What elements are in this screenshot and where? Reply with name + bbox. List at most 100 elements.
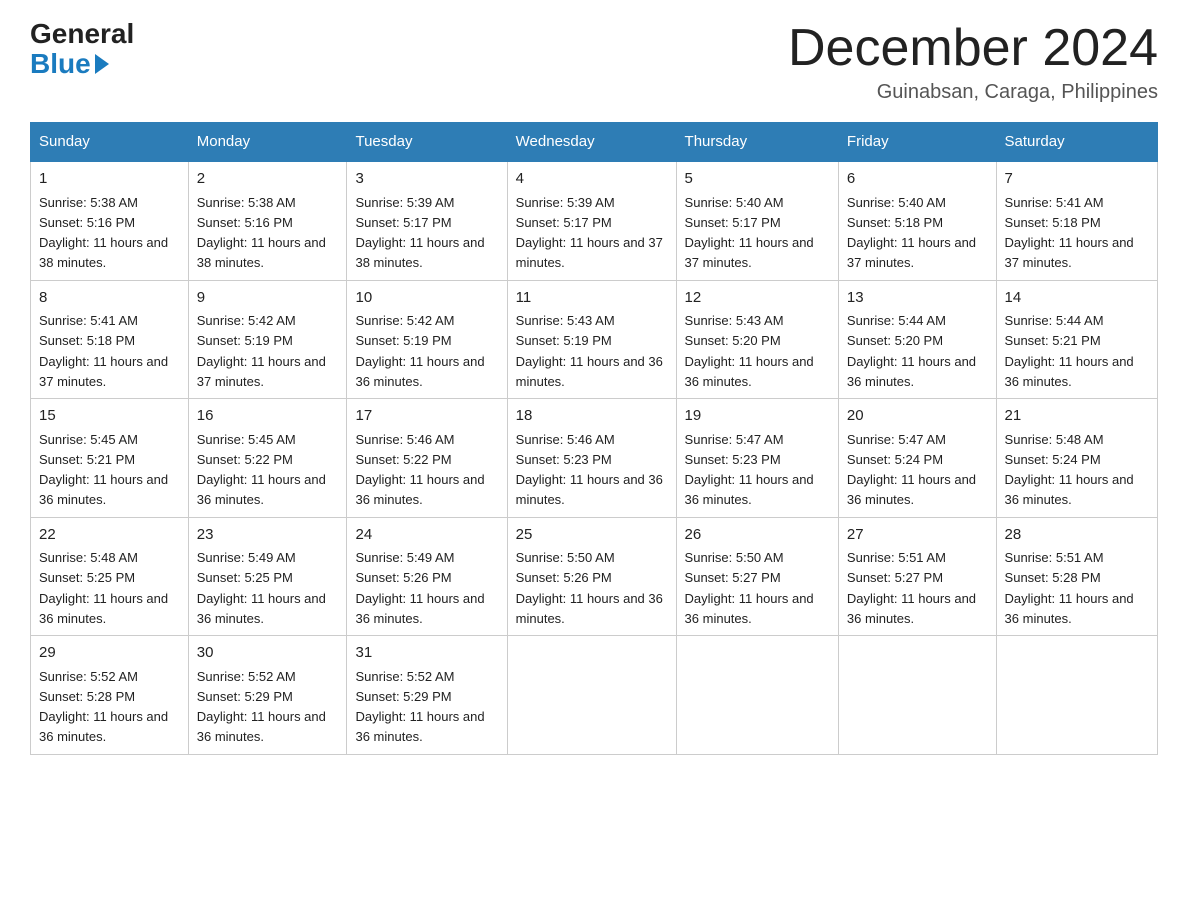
day-info: Sunrise: 5:52 AMSunset: 5:28 PMDaylight:… <box>39 669 168 745</box>
day-info: Sunrise: 5:51 AMSunset: 5:27 PMDaylight:… <box>847 550 976 626</box>
day-info: Sunrise: 5:38 AMSunset: 5:16 PMDaylight:… <box>197 195 326 271</box>
day-info: Sunrise: 5:44 AMSunset: 5:21 PMDaylight:… <box>1005 313 1134 389</box>
calendar-cell <box>507 636 676 755</box>
month-title: December 2024 <box>788 20 1158 77</box>
calendar-cell <box>838 636 996 755</box>
day-info: Sunrise: 5:39 AMSunset: 5:17 PMDaylight:… <box>355 195 484 271</box>
day-number: 21 <box>1005 405 1149 428</box>
day-info: Sunrise: 5:41 AMSunset: 5:18 PMDaylight:… <box>39 313 168 389</box>
day-number: 25 <box>516 524 668 547</box>
calendar-body: 1 Sunrise: 5:38 AMSunset: 5:16 PMDayligh… <box>31 161 1158 754</box>
calendar-week-row: 15 Sunrise: 5:45 AMSunset: 5:21 PMDaylig… <box>31 399 1158 518</box>
column-header-friday: Friday <box>838 123 996 162</box>
day-info: Sunrise: 5:47 AMSunset: 5:23 PMDaylight:… <box>685 432 814 508</box>
page-header: General Blue December 2024 Guinabsan, Ca… <box>30 20 1158 104</box>
column-header-saturday: Saturday <box>996 123 1157 162</box>
day-number: 10 <box>355 287 498 310</box>
day-number: 1 <box>39 168 180 191</box>
calendar-week-row: 1 Sunrise: 5:38 AMSunset: 5:16 PMDayligh… <box>31 161 1158 280</box>
day-info: Sunrise: 5:52 AMSunset: 5:29 PMDaylight:… <box>197 669 326 745</box>
logo-blue-text: Blue <box>30 48 111 80</box>
calendar-cell: 10 Sunrise: 5:42 AMSunset: 5:19 PMDaylig… <box>347 280 507 399</box>
calendar-cell: 2 Sunrise: 5:38 AMSunset: 5:16 PMDayligh… <box>188 161 347 280</box>
calendar-cell: 4 Sunrise: 5:39 AMSunset: 5:17 PMDayligh… <box>507 161 676 280</box>
day-number: 16 <box>197 405 339 428</box>
calendar-cell: 8 Sunrise: 5:41 AMSunset: 5:18 PMDayligh… <box>31 280 189 399</box>
calendar-week-row: 8 Sunrise: 5:41 AMSunset: 5:18 PMDayligh… <box>31 280 1158 399</box>
column-header-wednesday: Wednesday <box>507 123 676 162</box>
day-number: 3 <box>355 168 498 191</box>
day-number: 6 <box>847 168 988 191</box>
day-number: 22 <box>39 524 180 547</box>
calendar-week-row: 29 Sunrise: 5:52 AMSunset: 5:28 PMDaylig… <box>31 636 1158 755</box>
day-number: 19 <box>685 405 830 428</box>
day-info: Sunrise: 5:43 AMSunset: 5:20 PMDaylight:… <box>685 313 814 389</box>
day-number: 28 <box>1005 524 1149 547</box>
day-info: Sunrise: 5:42 AMSunset: 5:19 PMDaylight:… <box>355 313 484 389</box>
calendar-cell: 12 Sunrise: 5:43 AMSunset: 5:20 PMDaylig… <box>676 280 838 399</box>
day-number: 24 <box>355 524 498 547</box>
day-info: Sunrise: 5:39 AMSunset: 5:17 PMDaylight:… <box>516 195 663 271</box>
calendar-cell: 21 Sunrise: 5:48 AMSunset: 5:24 PMDaylig… <box>996 399 1157 518</box>
calendar-cell: 26 Sunrise: 5:50 AMSunset: 5:27 PMDaylig… <box>676 517 838 636</box>
day-info: Sunrise: 5:49 AMSunset: 5:26 PMDaylight:… <box>355 550 484 626</box>
day-info: Sunrise: 5:40 AMSunset: 5:18 PMDaylight:… <box>847 195 976 271</box>
day-info: Sunrise: 5:47 AMSunset: 5:24 PMDaylight:… <box>847 432 976 508</box>
calendar-cell: 30 Sunrise: 5:52 AMSunset: 5:29 PMDaylig… <box>188 636 347 755</box>
day-number: 5 <box>685 168 830 191</box>
day-number: 29 <box>39 642 180 665</box>
day-info: Sunrise: 5:50 AMSunset: 5:27 PMDaylight:… <box>685 550 814 626</box>
location-subtitle: Guinabsan, Caraga, Philippines <box>788 81 1158 104</box>
calendar-week-row: 22 Sunrise: 5:48 AMSunset: 5:25 PMDaylig… <box>31 517 1158 636</box>
calendar-cell: 25 Sunrise: 5:50 AMSunset: 5:26 PMDaylig… <box>507 517 676 636</box>
calendar-cell: 14 Sunrise: 5:44 AMSunset: 5:21 PMDaylig… <box>996 280 1157 399</box>
calendar-cell: 29 Sunrise: 5:52 AMSunset: 5:28 PMDaylig… <box>31 636 189 755</box>
calendar-cell <box>676 636 838 755</box>
day-info: Sunrise: 5:40 AMSunset: 5:17 PMDaylight:… <box>685 195 814 271</box>
day-number: 13 <box>847 287 988 310</box>
calendar-cell: 6 Sunrise: 5:40 AMSunset: 5:18 PMDayligh… <box>838 161 996 280</box>
logo-general-text: General <box>30 20 134 48</box>
day-number: 30 <box>197 642 339 665</box>
day-number: 4 <box>516 168 668 191</box>
day-number: 15 <box>39 405 180 428</box>
calendar-cell: 20 Sunrise: 5:47 AMSunset: 5:24 PMDaylig… <box>838 399 996 518</box>
day-info: Sunrise: 5:41 AMSunset: 5:18 PMDaylight:… <box>1005 195 1134 271</box>
calendar-cell: 15 Sunrise: 5:45 AMSunset: 5:21 PMDaylig… <box>31 399 189 518</box>
calendar-cell <box>996 636 1157 755</box>
day-number: 11 <box>516 287 668 310</box>
day-info: Sunrise: 5:50 AMSunset: 5:26 PMDaylight:… <box>516 550 663 626</box>
day-info: Sunrise: 5:42 AMSunset: 5:19 PMDaylight:… <box>197 313 326 389</box>
day-info: Sunrise: 5:44 AMSunset: 5:20 PMDaylight:… <box>847 313 976 389</box>
logo-triangle-icon <box>95 54 109 74</box>
day-number: 17 <box>355 405 498 428</box>
day-info: Sunrise: 5:49 AMSunset: 5:25 PMDaylight:… <box>197 550 326 626</box>
day-number: 14 <box>1005 287 1149 310</box>
column-header-monday: Monday <box>188 123 347 162</box>
calendar-cell: 23 Sunrise: 5:49 AMSunset: 5:25 PMDaylig… <box>188 517 347 636</box>
calendar-cell: 18 Sunrise: 5:46 AMSunset: 5:23 PMDaylig… <box>507 399 676 518</box>
day-info: Sunrise: 5:52 AMSunset: 5:29 PMDaylight:… <box>355 669 484 745</box>
calendar-cell: 13 Sunrise: 5:44 AMSunset: 5:20 PMDaylig… <box>838 280 996 399</box>
column-header-sunday: Sunday <box>31 123 189 162</box>
calendar-cell: 3 Sunrise: 5:39 AMSunset: 5:17 PMDayligh… <box>347 161 507 280</box>
calendar-cell: 27 Sunrise: 5:51 AMSunset: 5:27 PMDaylig… <box>838 517 996 636</box>
calendar-cell: 9 Sunrise: 5:42 AMSunset: 5:19 PMDayligh… <box>188 280 347 399</box>
column-header-thursday: Thursday <box>676 123 838 162</box>
day-number: 12 <box>685 287 830 310</box>
day-info: Sunrise: 5:45 AMSunset: 5:22 PMDaylight:… <box>197 432 326 508</box>
calendar-cell: 28 Sunrise: 5:51 AMSunset: 5:28 PMDaylig… <box>996 517 1157 636</box>
day-number: 7 <box>1005 168 1149 191</box>
day-number: 26 <box>685 524 830 547</box>
day-number: 23 <box>197 524 339 547</box>
day-number: 20 <box>847 405 988 428</box>
calendar-cell: 31 Sunrise: 5:52 AMSunset: 5:29 PMDaylig… <box>347 636 507 755</box>
day-info: Sunrise: 5:38 AMSunset: 5:16 PMDaylight:… <box>39 195 168 271</box>
calendar-cell: 17 Sunrise: 5:46 AMSunset: 5:22 PMDaylig… <box>347 399 507 518</box>
day-number: 18 <box>516 405 668 428</box>
day-number: 31 <box>355 642 498 665</box>
day-number: 2 <box>197 168 339 191</box>
calendar-cell: 24 Sunrise: 5:49 AMSunset: 5:26 PMDaylig… <box>347 517 507 636</box>
calendar-table: SundayMondayTuesdayWednesdayThursdayFrid… <box>30 122 1158 755</box>
calendar-cell: 7 Sunrise: 5:41 AMSunset: 5:18 PMDayligh… <box>996 161 1157 280</box>
